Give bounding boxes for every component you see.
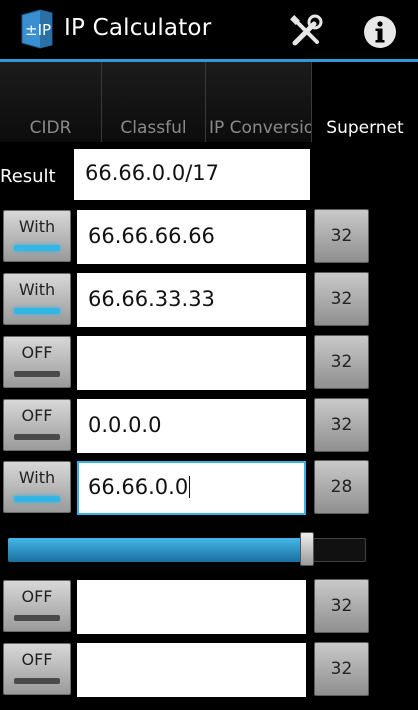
ip-row: With 66.66.33.33 32 — [0, 272, 418, 329]
toggle-label: OFF — [21, 650, 53, 669]
result-label: Result — [0, 166, 56, 187]
include-toggle[interactable]: OFF — [3, 399, 71, 451]
ip-row: With 66.66.66.66 32 — [0, 209, 418, 266]
tab-supernet[interactable]: Supernet — [312, 62, 418, 142]
ip-row: OFF 0.0.0.0 32 — [0, 398, 418, 455]
toggle-label: OFF — [21, 587, 53, 606]
action-bar: ±IP IP Calculator — [0, 0, 418, 62]
include-toggle[interactable]: With — [3, 461, 71, 513]
tab-bar: CIDR Classful IP Conversio Supernet — [0, 62, 418, 142]
toggle-indicator — [14, 615, 60, 621]
toggle-indicator — [14, 245, 60, 251]
include-toggle[interactable]: With — [3, 273, 71, 325]
ip-input[interactable] — [77, 580, 306, 634]
toggle-indicator — [14, 434, 60, 440]
toggle-indicator — [14, 308, 60, 314]
ip-input[interactable]: 66.66.66.66 — [77, 210, 306, 264]
tab-label: Classful — [120, 118, 187, 138]
ip-input-text: 66.66.0.0 — [88, 475, 189, 499]
ip-input[interactable]: 0.0.0.0 — [77, 399, 306, 453]
tab-label: CIDR — [29, 118, 72, 138]
toggle-label: OFF — [21, 343, 53, 362]
toggle-label: With — [18, 217, 56, 236]
tools-icon — [290, 14, 323, 46]
ip-input[interactable]: 66.66.33.33 — [77, 273, 306, 327]
ip-row: With 66.66.0.0 28 — [0, 460, 418, 517]
app-logo-icon: ±IP — [20, 9, 54, 49]
tab-classful[interactable]: Classful — [102, 62, 206, 142]
tab-label: IP Conversio — [209, 118, 312, 138]
toggle-label: With — [18, 280, 56, 299]
tab-ip-conversion[interactable]: IP Conversio — [206, 62, 312, 142]
ip-input[interactable] — [77, 336, 306, 390]
ip-row: OFF 32 — [0, 579, 418, 636]
info-button[interactable] — [358, 12, 402, 52]
mask-button[interactable]: 32 — [314, 398, 369, 452]
ip-input[interactable] — [77, 643, 306, 697]
toggle-indicator — [14, 371, 60, 377]
toggle-label: With — [18, 468, 56, 487]
mask-button[interactable]: 32 — [314, 209, 369, 263]
include-toggle[interactable]: OFF — [3, 580, 71, 632]
ip-row: OFF 32 — [0, 642, 418, 699]
info-icon — [364, 16, 396, 48]
tab-cidr[interactable]: CIDR — [0, 62, 102, 142]
tools-button[interactable] — [284, 10, 328, 54]
include-toggle[interactable]: With — [3, 210, 71, 262]
toggle-label: OFF — [21, 406, 53, 425]
mask-button[interactable]: 32 — [314, 272, 369, 326]
ip-row: OFF 32 — [0, 335, 418, 392]
mask-button[interactable]: 32 — [314, 335, 369, 389]
text-caret — [189, 476, 191, 498]
result-field: 66.66.0.0/17 — [74, 149, 310, 200]
include-toggle[interactable]: OFF — [3, 643, 71, 695]
app-logo-text: ±IP — [25, 21, 51, 39]
ip-input-focused[interactable]: 66.66.0.0 — [77, 461, 306, 515]
mask-button[interactable]: 28 — [314, 460, 369, 514]
include-toggle[interactable]: OFF — [3, 336, 71, 388]
toggle-indicator — [14, 678, 60, 684]
mask-button[interactable]: 32 — [314, 579, 369, 633]
slider-thumb[interactable] — [300, 532, 314, 566]
mask-slider[interactable] — [8, 532, 366, 566]
mask-button[interactable]: 32 — [314, 642, 369, 696]
slider-fill — [8, 538, 307, 562]
toggle-indicator — [14, 496, 60, 502]
app-title: IP Calculator — [64, 15, 212, 41]
tab-label: Supernet — [326, 118, 404, 138]
